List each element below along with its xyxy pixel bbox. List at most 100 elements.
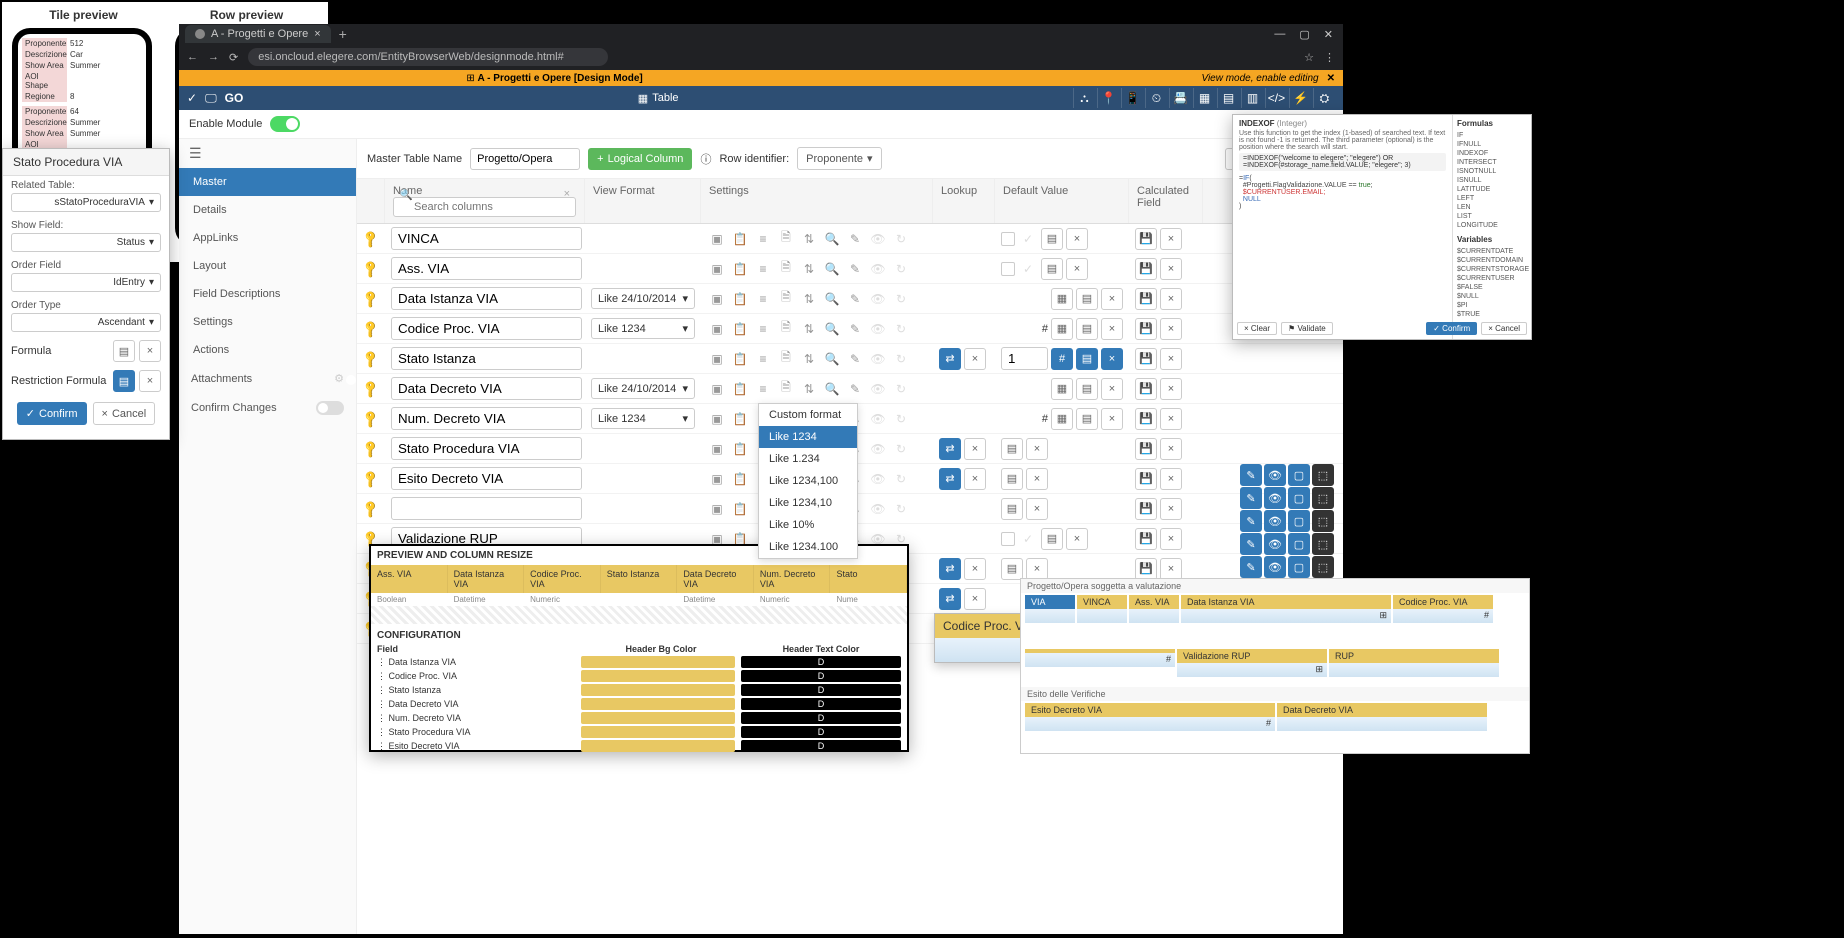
bookmark-icon[interactable]: ☆ <box>1304 51 1314 64</box>
setting-icon[interactable]: ↻ <box>891 499 911 519</box>
key-icon[interactable]: 🔑 <box>360 469 380 489</box>
sidebar-item-layout[interactable]: Layout <box>179 252 356 280</box>
setting-icon[interactable]: ↻ <box>891 409 911 429</box>
formula-item[interactable]: IF <box>1457 131 1527 140</box>
default-checkbox[interactable] <box>1001 232 1015 246</box>
setting-icon[interactable]: 👁 <box>868 499 888 519</box>
maximize-button[interactable]: ▢ <box>1299 28 1309 41</box>
bg-color-swatch[interactable] <box>581 740 735 752</box>
setting-icon[interactable]: ▣ <box>707 319 727 339</box>
bg-color-swatch[interactable] <box>581 656 735 668</box>
setting-icon[interactable]: ≡ <box>753 379 773 399</box>
view-format-select[interactable]: Like 24/10/2014▾ <box>591 288 695 309</box>
go-button[interactable]: GO <box>225 91 244 105</box>
variable-item[interactable]: $FALSE <box>1457 283 1527 292</box>
key-icon[interactable]: 🔑 <box>360 259 380 279</box>
formula-item[interactable]: INDEXOF <box>1457 149 1527 158</box>
layout-field[interactable]: Codice Proc. VIA# <box>1393 595 1493 623</box>
setting-icon[interactable]: 🔍 <box>822 289 842 309</box>
key-icon[interactable]: 🔑 <box>360 349 380 369</box>
toolbar-icon[interactable]: 📍 <box>1097 88 1119 108</box>
text-color-swatch[interactable]: D <box>741 712 901 724</box>
row-action-button[interactable]: ✎ <box>1240 464 1262 486</box>
default-checkbox[interactable] <box>1001 532 1015 546</box>
calc-save-icon[interactable]: 💾 <box>1135 558 1157 580</box>
setting-icon[interactable]: ▣ <box>707 349 727 369</box>
layout-field[interactable]: Data Istanza VIA⊞ <box>1181 595 1391 623</box>
setting-icon[interactable]: 🗎 <box>776 289 796 309</box>
lookup-button[interactable]: ⇄ <box>939 558 961 580</box>
row-action-button[interactable]: ⬚ <box>1312 487 1334 509</box>
formula-code[interactable]: =IF( #Progetti.FlagValidazione.VALUE == … <box>1239 175 1446 210</box>
layout-field[interactable]: Validazione RUP⊞ <box>1177 649 1327 677</box>
close-button[interactable]: ✕ <box>1324 28 1333 41</box>
forward-button[interactable]: → <box>208 51 219 63</box>
dropdown-option[interactable]: Like 1.234 <box>759 448 857 470</box>
variable-item[interactable]: $PI <box>1457 301 1527 310</box>
resize-col[interactable]: Data Istanza VIA <box>448 565 525 593</box>
toolbar-icon[interactable]: ▤ <box>1217 88 1239 108</box>
banner-close-icon[interactable]: ✕ <box>1327 73 1335 84</box>
new-tab-button[interactable]: + <box>339 26 347 42</box>
cancel-formula-button[interactable]: × Cancel <box>1481 322 1527 335</box>
lookup-button[interactable]: ⇄ <box>939 468 961 490</box>
calc-save-icon[interactable]: 💾 <box>1135 318 1157 340</box>
setting-icon[interactable]: 👁 <box>868 289 888 309</box>
row-action-button[interactable]: ⬚ <box>1312 464 1334 486</box>
row-id-dropdown[interactable]: Proponente ▾ <box>797 147 881 170</box>
calc-save-icon[interactable]: 💾 <box>1135 408 1157 430</box>
row-action-button[interactable]: 👁 <box>1264 510 1286 532</box>
check-icon[interactable]: ✓ <box>187 91 197 105</box>
url-field[interactable]: esi.oncloud.elegere.com/EntityBrowserWeb… <box>248 48 608 66</box>
sidebar-item-applinks[interactable]: AppLinks <box>179 224 356 252</box>
setting-icon[interactable]: ↻ <box>891 379 911 399</box>
bg-color-swatch[interactable] <box>581 670 735 682</box>
row-action-button[interactable]: 👁 <box>1264 464 1286 486</box>
setting-icon[interactable]: 👁 <box>868 229 888 249</box>
setting-icon[interactable]: 👁 <box>868 439 888 459</box>
monitor-icon[interactable]: 🖵 <box>205 91 217 106</box>
setting-icon[interactable]: 🗎 <box>776 229 796 249</box>
layout-field[interactable]: VINCA <box>1077 595 1127 623</box>
setting-icon[interactable]: 📋 <box>730 499 750 519</box>
search-columns-input[interactable] <box>393 197 576 217</box>
gear-icon[interactable]: ⚙ <box>334 373 344 385</box>
setting-icon[interactable]: ≡ <box>753 259 773 279</box>
toolbar-icon[interactable]: ▥ <box>1241 88 1263 108</box>
setting-icon[interactable]: ≡ <box>753 349 773 369</box>
setting-icon[interactable]: 🔍 <box>822 319 842 339</box>
formula-item[interactable]: LONGITUDE <box>1457 221 1527 230</box>
related-table-select[interactable]: sStatoProceduraVIA ▾ <box>11 193 161 212</box>
view-format-select[interactable]: Like 1234▾ <box>591 408 695 429</box>
setting-icon[interactable]: ↻ <box>891 439 911 459</box>
setting-icon[interactable]: 👁 <box>868 379 888 399</box>
confirm-toggle[interactable] <box>316 401 344 415</box>
toolbar-icon[interactable]: ⚡ <box>1289 88 1311 108</box>
calc-save-icon[interactable]: 💾 <box>1135 438 1157 460</box>
setting-icon[interactable]: ▣ <box>707 409 727 429</box>
setting-icon[interactable]: 📋 <box>730 319 750 339</box>
formula-item[interactable]: LEN <box>1457 203 1527 212</box>
clear-search-icon[interactable]: × <box>564 188 570 200</box>
lookup-clear[interactable]: × <box>964 438 986 460</box>
restriction-clear-button[interactable]: × <box>139 370 161 392</box>
layout-field[interactable]: Esito Decreto VIA# <box>1025 703 1275 731</box>
calc-save-icon[interactable]: 💾 <box>1135 288 1157 310</box>
key-icon[interactable]: 🔑 <box>360 499 380 519</box>
toolbar-icon[interactable]: 📇 <box>1169 88 1191 108</box>
text-color-swatch[interactable]: D <box>741 740 901 752</box>
setting-icon[interactable]: ⇅ <box>799 379 819 399</box>
setting-icon[interactable]: ▣ <box>707 259 727 279</box>
calc-save-icon[interactable]: 💾 <box>1135 528 1157 550</box>
dropdown-option[interactable]: Like 1234,10 <box>759 492 857 514</box>
column-name-input[interactable] <box>391 377 582 400</box>
setting-icon[interactable]: ✎ <box>845 379 865 399</box>
formula-item[interactable]: LATITUDE <box>1457 185 1527 194</box>
default-input[interactable] <box>1001 347 1048 370</box>
resize-col[interactable]: Data Decreto VIA <box>677 565 754 593</box>
resize-col[interactable]: Codice Proc. VIA <box>524 565 601 593</box>
order-type-select[interactable]: Ascendant ▾ <box>11 313 161 332</box>
lookup-button[interactable]: ⇄ <box>939 438 961 460</box>
setting-icon[interactable]: ↻ <box>891 259 911 279</box>
column-name-input[interactable] <box>391 407 582 430</box>
